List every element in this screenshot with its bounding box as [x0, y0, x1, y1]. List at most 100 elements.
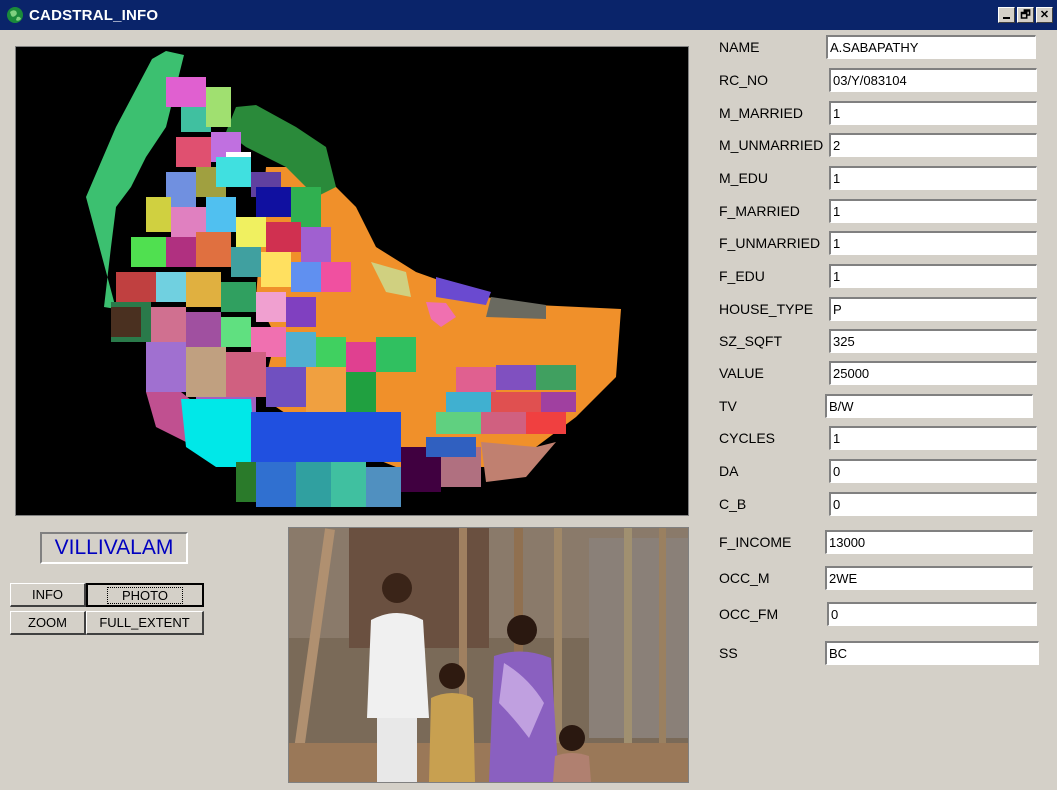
parcel	[116, 272, 156, 302]
photo-image	[289, 528, 688, 782]
field-input-value[interactable]: 25000	[829, 361, 1037, 385]
field-label-value: VALUE	[719, 365, 764, 381]
info-button[interactable]: INFO	[10, 583, 86, 607]
field-input-c-b[interactable]: 0	[829, 492, 1037, 516]
field-input-house-type[interactable]: P	[829, 297, 1037, 321]
parcel	[526, 412, 566, 434]
parcel	[221, 317, 251, 347]
field-label-m-edu: M_EDU	[719, 170, 769, 186]
full-extent-button-label: FULL_EXTENT	[99, 615, 190, 630]
parcel	[491, 392, 541, 412]
field-row-rc-no: RC_NO 03/Y/083104	[719, 68, 1039, 94]
field-row-c-b: C_B 0	[719, 492, 1039, 518]
field-input-cycles[interactable]: 1	[829, 426, 1037, 450]
field-row-occ-m: OCC_M 2WE	[719, 566, 1039, 592]
parcel	[481, 442, 556, 482]
parcel	[266, 367, 306, 407]
field-row-occ-fm: OCC_FM 0	[719, 602, 1039, 628]
parcel	[286, 332, 316, 367]
parcel	[236, 462, 256, 502]
parcel	[291, 187, 321, 227]
household-photo	[288, 527, 689, 783]
full-extent-button[interactable]: FULL_EXTENT	[86, 611, 204, 635]
parcel	[186, 272, 221, 307]
parcel	[366, 467, 401, 507]
parcel	[321, 262, 351, 292]
field-label-name: NAME	[719, 39, 760, 55]
field-label-f-married: F_MARRIED	[719, 203, 800, 219]
parcel	[346, 372, 376, 412]
parcel	[436, 412, 481, 434]
field-input-f-income[interactable]: 13000	[825, 530, 1033, 554]
field-row-cycles: CYCLES 1	[719, 426, 1039, 452]
parcel	[111, 307, 141, 337]
globe-icon	[7, 7, 23, 23]
field-input-f-edu[interactable]: 1	[829, 264, 1037, 288]
map-canvas[interactable]	[16, 47, 688, 515]
field-input-sz-sqft[interactable]: 325	[829, 329, 1037, 353]
parcel	[166, 77, 206, 107]
parcel	[496, 365, 536, 390]
parcel	[481, 412, 526, 434]
field-input-f-unmarried[interactable]: 1	[829, 231, 1037, 255]
field-label-sz-sqft: SZ_SQFT	[719, 333, 783, 349]
field-label-house-type: HOUSE_TYPE	[719, 301, 814, 317]
photo-button[interactable]: PHOTO	[86, 583, 204, 607]
parcel	[221, 282, 256, 312]
field-input-ss[interactable]: BC	[825, 641, 1039, 665]
field-label-rc-no: RC_NO	[719, 72, 769, 88]
parcel	[151, 307, 186, 342]
field-label-da: DA	[719, 463, 739, 479]
field-input-tv[interactable]: B/W	[825, 394, 1033, 418]
parcel	[316, 337, 346, 367]
cadastral-map[interactable]	[15, 46, 689, 516]
field-label-f-edu: F_EDU	[719, 268, 765, 284]
parcel	[301, 227, 331, 262]
field-input-occ-m[interactable]: 2WE	[825, 566, 1033, 590]
field-label-tv: TV	[719, 398, 737, 414]
parcel	[231, 247, 261, 277]
field-input-da[interactable]: 0	[829, 459, 1037, 483]
field-label-cycles: CYCLES	[719, 430, 776, 446]
field-input-m-unmarried[interactable]: 2	[829, 133, 1037, 157]
parcel	[536, 365, 576, 390]
field-label-f-unmarried: F_UNMARRIED	[719, 235, 821, 251]
parcel	[196, 232, 231, 267]
field-input-rc-no[interactable]: 03/Y/083104	[829, 68, 1037, 92]
minimize-icon[interactable]	[998, 7, 1015, 23]
parcel	[256, 462, 296, 507]
field-row-f-married: F_MARRIED 1	[719, 199, 1039, 225]
parcel	[426, 437, 476, 457]
close-icon[interactable]: ✕	[1036, 7, 1053, 23]
field-row-m-unmarried: M_UNMARRIED 2	[719, 133, 1039, 159]
parcel	[486, 297, 546, 319]
village-name-label: VILLIVALAM	[40, 532, 188, 564]
parcel	[206, 87, 231, 127]
field-label-occ-m: OCC_M	[719, 570, 770, 586]
parcel	[256, 187, 291, 217]
field-label-occ-fm: OCC_FM	[719, 606, 779, 622]
restore-icon[interactable]: 🗗	[1017, 7, 1034, 23]
field-row-name: NAME A.SABAPATHY	[719, 35, 1039, 61]
parcel	[331, 462, 366, 507]
field-row-m-married: M_MARRIED 1	[719, 101, 1039, 127]
parcel	[206, 197, 236, 232]
zoom-button-label: ZOOM	[28, 615, 67, 630]
parcel	[261, 252, 291, 287]
field-input-m-married[interactable]: 1	[829, 101, 1037, 125]
parcel	[446, 392, 491, 412]
field-row-value: VALUE 25000	[719, 361, 1039, 387]
parcel	[181, 399, 256, 467]
parcel	[236, 217, 266, 247]
field-input-occ-fm[interactable]: 0	[827, 602, 1037, 626]
parcel	[256, 292, 286, 322]
field-label-ss: SS	[719, 645, 738, 661]
field-label-c-b: C_B	[719, 496, 747, 512]
field-row-ss: SS BC	[719, 641, 1039, 667]
parcel	[251, 412, 401, 462]
zoom-button[interactable]: ZOOM	[10, 611, 86, 635]
field-input-m-edu[interactable]: 1	[829, 166, 1037, 190]
field-row-f-income: F_INCOME 13000	[719, 530, 1039, 556]
field-input-f-married[interactable]: 1	[829, 199, 1037, 223]
field-input-name[interactable]: A.SABAPATHY	[826, 35, 1036, 59]
